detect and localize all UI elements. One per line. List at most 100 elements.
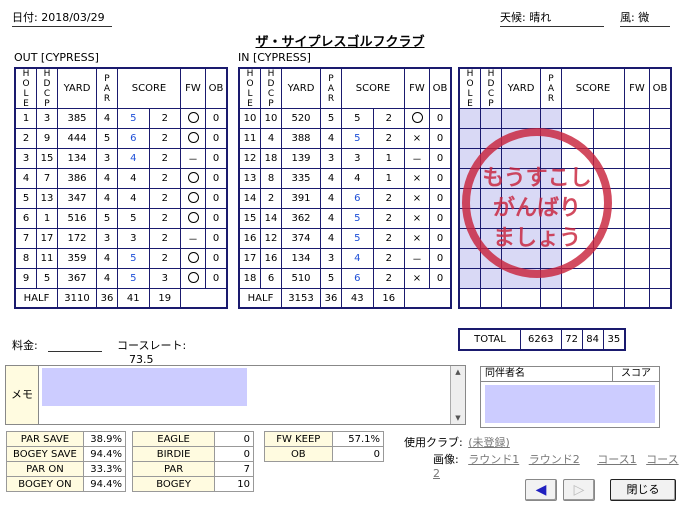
ob-cell[interactable]: 0	[205, 228, 228, 249]
ob-cell[interactable]: 0	[205, 248, 228, 269]
ob-cell[interactable]: 0	[205, 268, 228, 289]
putts-cell[interactable]: 2	[148, 148, 181, 169]
next-button[interactable]: ▷	[563, 479, 595, 501]
putts-cell[interactable]: 2	[148, 228, 181, 249]
scroll-down-icon[interactable]: ▼	[451, 414, 465, 422]
ob-cell[interactable]: 0	[205, 168, 228, 189]
fw-cell[interactable]: －	[404, 248, 430, 269]
course1-link[interactable]: コース1	[597, 453, 636, 466]
ob-cell[interactable]: 0	[429, 148, 452, 169]
ob-cell[interactable]: 0	[429, 108, 452, 129]
fw-cell[interactable]	[180, 128, 206, 149]
score-cell[interactable]: 4	[341, 168, 374, 189]
par-cell: 4	[96, 188, 118, 209]
yard-cell: 362	[281, 208, 321, 229]
fw-cell[interactable]: －	[180, 228, 206, 249]
fw-cell[interactable]: ×	[404, 168, 430, 189]
fw-cell[interactable]	[180, 248, 206, 269]
yard-cell: 134	[281, 248, 321, 269]
putts-cell[interactable]: 1	[372, 148, 405, 169]
score-cell[interactable]: 4	[117, 148, 150, 169]
ob-cell[interactable]: 0	[205, 108, 228, 129]
score-cell[interactable]: 5	[117, 248, 150, 269]
score-cell[interactable]: 6	[341, 268, 374, 289]
putts-cell[interactable]: 3	[148, 268, 181, 289]
score-cell[interactable]: 3	[341, 148, 374, 169]
club-link[interactable]: (未登録)	[468, 436, 510, 449]
fw-cell[interactable]: ×	[404, 188, 430, 209]
fw-cell[interactable]	[180, 208, 206, 229]
ob-cell[interactable]: 0	[429, 188, 452, 209]
fw-cell[interactable]: －	[404, 148, 430, 169]
fw-cell[interactable]	[180, 108, 206, 129]
score-cell[interactable]: 4	[117, 188, 150, 209]
score-cell[interactable]: 5	[117, 208, 150, 229]
memo-input[interactable]	[42, 368, 247, 406]
score-cell[interactable]: 5	[341, 208, 374, 229]
putts-cell[interactable]: 2	[148, 208, 181, 229]
score-cell[interactable]: 5	[341, 128, 374, 149]
fw-cell[interactable]: ×	[404, 228, 430, 249]
putts-cell[interactable]: 2	[372, 208, 405, 229]
yard-cell: 347	[57, 188, 97, 209]
par-cell: 4	[320, 228, 342, 249]
ob-cell[interactable]: 0	[205, 208, 228, 229]
putts-cell[interactable]: 2	[372, 268, 405, 289]
putts-cell[interactable]: 2	[148, 168, 181, 189]
fw-cell[interactable]: ×	[404, 128, 430, 149]
putts-cell[interactable]: 2	[148, 108, 181, 129]
ob-cell[interactable]: 0	[205, 128, 228, 149]
score-cell[interactable]: 6	[117, 128, 150, 149]
hole-row: 1 3 385 4 5 2 0	[14, 108, 228, 129]
companion-list[interactable]	[485, 385, 655, 423]
empty-cell	[480, 268, 502, 289]
par-cell: 4	[96, 268, 118, 289]
fw-cell[interactable]	[180, 268, 206, 289]
close-button[interactable]: 閉じる	[610, 479, 676, 501]
fw-cell[interactable]: ×	[404, 268, 430, 289]
putts-cell[interactable]: 2	[372, 188, 405, 209]
rating-label: コースレート:	[117, 339, 187, 352]
putts-cell[interactable]: 1	[372, 168, 405, 189]
ob-cell[interactable]: 0	[429, 128, 452, 149]
score-cell[interactable]: 6	[341, 188, 374, 209]
putts-cell[interactable]: 2	[372, 128, 405, 149]
fw-hit-icon	[187, 191, 199, 203]
putts-cell[interactable]: 2	[148, 128, 181, 149]
fw-cell[interactable]	[404, 108, 430, 129]
hdcp-cell: 4	[260, 128, 282, 149]
par-cell: 4	[320, 188, 342, 209]
score-cell[interactable]: 3	[117, 228, 150, 249]
col-yard: YARD	[501, 67, 541, 109]
ob-cell[interactable]: 0	[429, 248, 452, 269]
ob-cell[interactable]: 0	[205, 188, 228, 209]
score-cell[interactable]: 5	[341, 108, 374, 129]
ob-cell[interactable]: 0	[429, 268, 452, 289]
round2-link[interactable]: ラウンド2	[529, 453, 580, 466]
ob-cell[interactable]: 0	[429, 168, 452, 189]
ob-cell[interactable]: 0	[205, 148, 228, 169]
score-cell[interactable]: 4	[117, 168, 150, 189]
prev-button[interactable]: ◀	[525, 479, 557, 501]
fw-cell[interactable]	[180, 168, 206, 189]
fw-cell[interactable]: ×	[404, 208, 430, 229]
score-cell[interactable]: 5	[117, 268, 150, 289]
ob-cell[interactable]: 0	[429, 208, 452, 229]
score-cell[interactable]: 5	[341, 228, 374, 249]
putts-cell[interactable]: 2	[372, 248, 405, 269]
ob-cell[interactable]: 0	[429, 228, 452, 249]
col-hole: HOLE	[14, 67, 37, 109]
empty-cell	[649, 268, 672, 289]
round1-link[interactable]: ラウンド1	[468, 453, 519, 466]
col-score: SCORE	[561, 67, 625, 109]
memo-scrollbar[interactable]: ▲ ▼	[450, 366, 465, 424]
putts-cell[interactable]: 2	[372, 108, 405, 129]
score-cell[interactable]: 5	[117, 108, 150, 129]
fw-cell[interactable]	[180, 188, 206, 209]
putts-cell[interactable]: 2	[372, 228, 405, 249]
putts-cell[interactable]: 2	[148, 188, 181, 209]
scroll-up-icon[interactable]: ▲	[451, 368, 465, 376]
fw-cell[interactable]: －	[180, 148, 206, 169]
score-cell[interactable]: 4	[341, 248, 374, 269]
putts-cell[interactable]: 2	[148, 248, 181, 269]
